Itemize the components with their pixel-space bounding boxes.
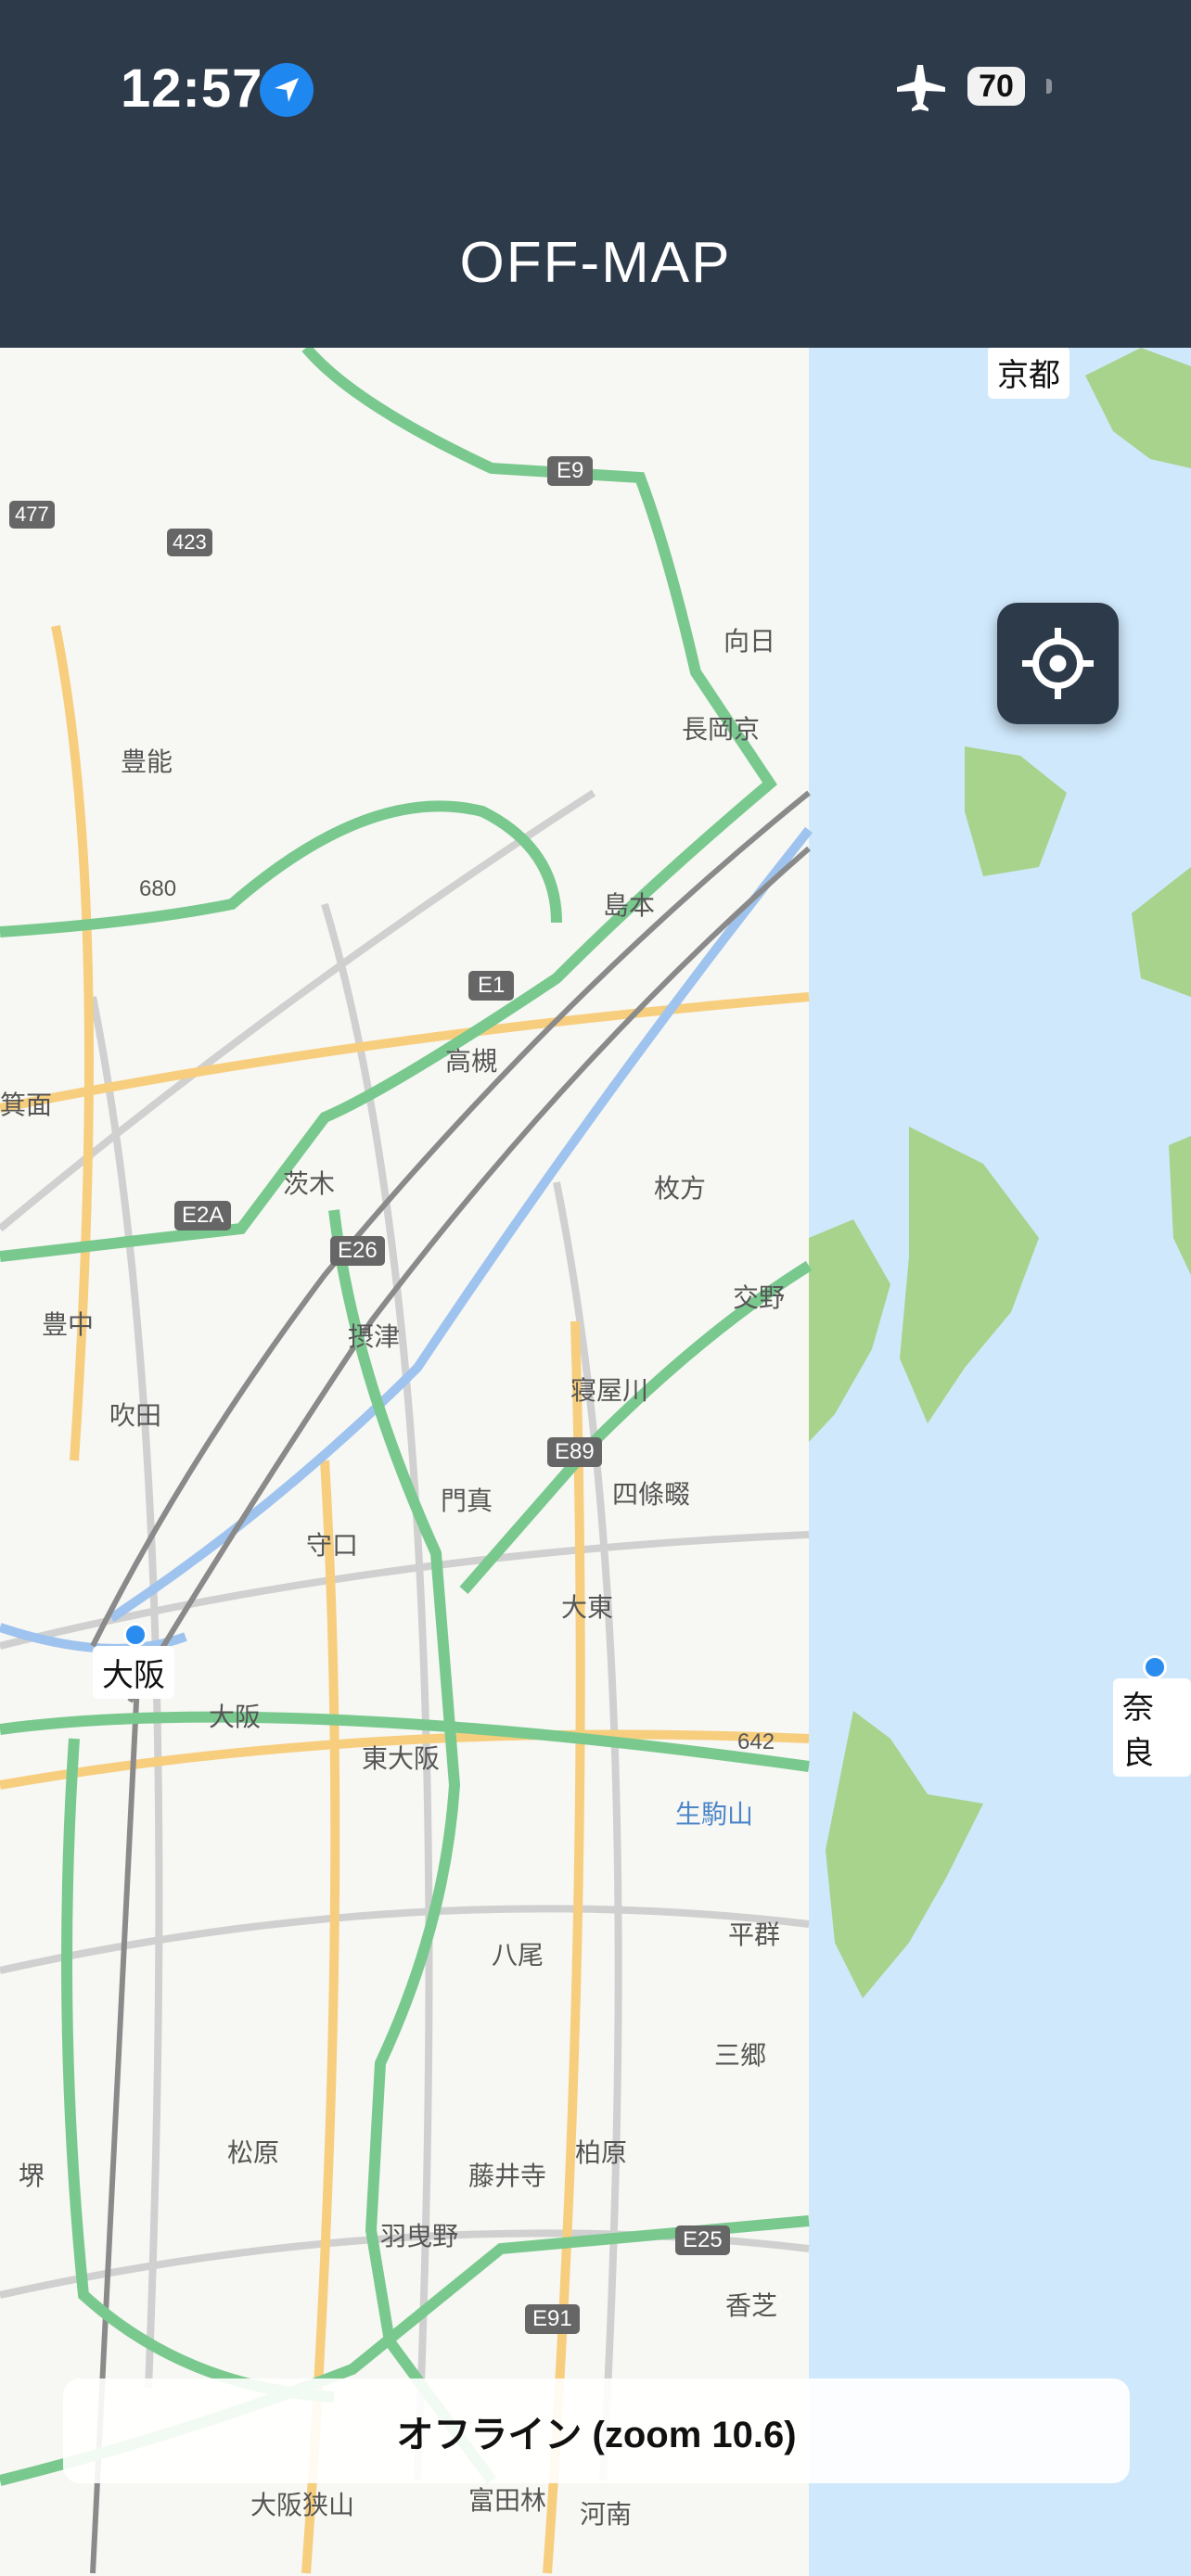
place-label: 富田林 xyxy=(468,2486,547,2515)
place-label: 豊能 xyxy=(121,747,173,776)
road-shield: 423 xyxy=(167,529,212,556)
zoom-indicator: オフライン (zoom 10.6) xyxy=(63,2378,1130,2483)
place-label: 八尾 xyxy=(492,1941,544,1970)
place-label: 守口 xyxy=(306,1531,359,1560)
city-label-kyoto: 京都 xyxy=(988,348,1069,399)
road-shield: E26 xyxy=(330,1236,385,1266)
place-label: 堺 xyxy=(19,2162,45,2190)
city-label-osaka: 大阪 xyxy=(93,1646,174,1699)
locate-me-button[interactable] xyxy=(997,603,1119,724)
place-label: 茨木 xyxy=(283,1169,336,1198)
place-label: 生駒山 xyxy=(675,1800,754,1829)
place-label: 香芝 xyxy=(725,2291,778,2320)
place-label: 交野 xyxy=(733,1283,786,1312)
road-shield: 477 xyxy=(9,501,55,529)
elevation-label: 680 xyxy=(139,876,177,901)
elevation-label: 642 xyxy=(737,1729,775,1754)
place-label: 向日 xyxy=(724,627,776,656)
road-shield: E89 xyxy=(547,1437,602,1467)
city-label-nara: 奈良 xyxy=(1113,1678,1191,1777)
nara-marker-icon xyxy=(1143,1655,1167,1679)
place-label: 箕面 xyxy=(0,1090,53,1119)
road-shield: E9 xyxy=(547,456,594,486)
place-label: 松原 xyxy=(227,2138,280,2167)
place-label: 東大阪 xyxy=(362,1744,441,1773)
place-label: 藤井寺 xyxy=(468,2162,547,2190)
map-labels: 豊能 向日 長岡京 島本 高槻 箕面 茨木 枚方 豊中 摂津 交野 吹田 寝屋川… xyxy=(0,348,809,2576)
place-label: 寝屋川 xyxy=(570,1376,649,1405)
place-label: 門真 xyxy=(441,1486,493,1515)
battery-icon: 70 xyxy=(967,67,1025,106)
battery-level: 70 xyxy=(979,68,1014,104)
place-label: 大阪 xyxy=(209,1702,262,1731)
app-header: 12:57 70 OFF-MAP xyxy=(0,0,1191,348)
status-time: 12:57 xyxy=(121,58,263,119)
place-label: 大東 xyxy=(561,1593,614,1622)
place-label: 河南 xyxy=(580,2500,633,2529)
place-label: 平群 xyxy=(728,1920,781,1949)
place-label: 三郷 xyxy=(714,2041,767,2070)
road-shield: E91 xyxy=(525,2304,580,2334)
page-title: OFF-MAP xyxy=(459,231,732,295)
place-label: 四條畷 xyxy=(612,1480,691,1509)
place-label: 高槻 xyxy=(445,1047,498,1076)
place-label: 長岡京 xyxy=(682,715,761,744)
place-label: 島本 xyxy=(603,891,656,920)
place-label: 吹田 xyxy=(109,1401,162,1430)
airplane-mode-icon xyxy=(895,63,947,116)
place-label: 枚方 xyxy=(654,1174,707,1203)
battery-tip xyxy=(1046,79,1052,94)
place-label: 大阪狭山 xyxy=(250,2491,355,2519)
crosshair-icon xyxy=(1022,628,1094,699)
zoom-indicator-text: オフライン (zoom 10.6) xyxy=(396,2414,797,2455)
osaka-marker-icon xyxy=(123,1623,147,1647)
location-arrow-icon xyxy=(260,63,314,117)
road-shield: E25 xyxy=(675,2225,730,2255)
place-label: 柏原 xyxy=(575,2138,628,2167)
road-shield: E2A xyxy=(174,1201,232,1231)
road-shield: E1 xyxy=(468,971,515,1001)
place-label: 摂津 xyxy=(348,1322,401,1351)
place-label: 豊中 xyxy=(42,1310,95,1339)
place-label: 羽曳野 xyxy=(380,2222,459,2251)
